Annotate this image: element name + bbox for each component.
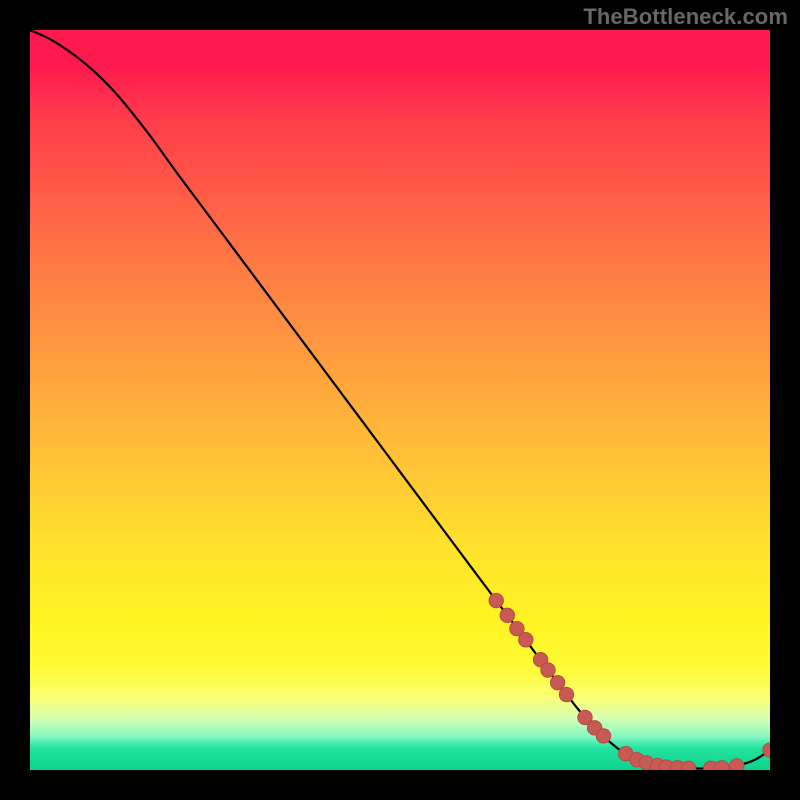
data-point (550, 675, 564, 689)
chart-container: TheBottleneck.com (0, 0, 800, 800)
plot-area (30, 30, 770, 770)
data-point (500, 608, 514, 622)
data-point (489, 593, 503, 607)
data-point (681, 761, 695, 770)
data-point (541, 663, 555, 677)
data-point (559, 687, 573, 701)
data-point (596, 729, 610, 743)
data-point (519, 633, 533, 647)
bottleneck-curve (30, 30, 770, 769)
chart-overlay (30, 30, 770, 770)
data-point-markers (489, 593, 770, 770)
watermark-label: TheBottleneck.com (583, 4, 788, 30)
data-point (730, 759, 744, 770)
data-point (715, 761, 729, 770)
